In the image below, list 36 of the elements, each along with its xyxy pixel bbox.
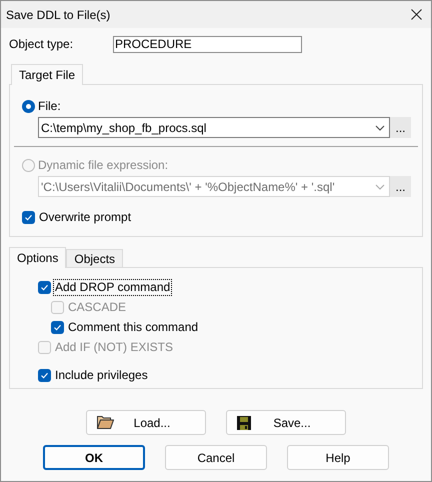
check-icon: [40, 282, 49, 292]
file-combo-field[interactable]: C:\temp\my_shop_fb_procs.sql: [38, 117, 390, 138]
checkbox[interactable]: [51, 320, 64, 334]
tab[interactable]: Target File: [11, 64, 84, 85]
checkbox-label: Add DROP command: [54, 280, 172, 294]
check-icon: [40, 370, 49, 380]
dropdown-caret-icon: [375, 184, 385, 190]
save-button[interactable]: Save...: [226, 410, 346, 435]
dialog-button[interactable]: Cancel: [165, 445, 267, 470]
load-button[interactable]: Load...: [86, 410, 206, 435]
radio-label: File:: [38, 98, 61, 115]
checkbox[interactable]: [22, 210, 35, 224]
checkbox-label: Include privileges: [54, 368, 149, 382]
dropdown-caret-icon: [375, 124, 385, 130]
window-title: Save DDL to File(s): [6, 6, 112, 24]
radio-button[interactable]: [22, 100, 35, 112]
check-icon: [24, 212, 33, 222]
file-path-text: 'C:\Users\Vitalii\Documents\' + '%ObjectName%' + '.sql': [41, 178, 336, 196]
object-type-field[interactable]: PROCEDURE: [113, 36, 302, 52]
checkbox-label: Add IF (NOT) EXISTS: [54, 340, 174, 354]
object-type-label: Object type:: [9, 36, 74, 53]
checkbox[interactable]: [38, 368, 51, 382]
close-icon: [410, 9, 422, 20]
browse-button[interactable]: ...: [390, 117, 411, 138]
checkbox-label: Overwrite prompt: [38, 210, 132, 224]
checkbox[interactable]: [38, 280, 51, 294]
dialog-button[interactable]: Help: [287, 445, 389, 470]
radio-label: Dynamic file expression:: [38, 157, 168, 174]
checkbox-label: CASCADE: [67, 300, 128, 314]
tab[interactable]: Objects: [66, 249, 124, 267]
check-icon: [53, 322, 62, 332]
tab[interactable]: Options: [9, 247, 66, 268]
checkbox-label: Comment this command: [67, 320, 200, 334]
dialog-button[interactable]: OK: [43, 445, 145, 470]
file-path-text: C:\temp\my_shop_fb_procs.sql: [41, 120, 208, 136]
folder-icon: [97, 416, 114, 429]
